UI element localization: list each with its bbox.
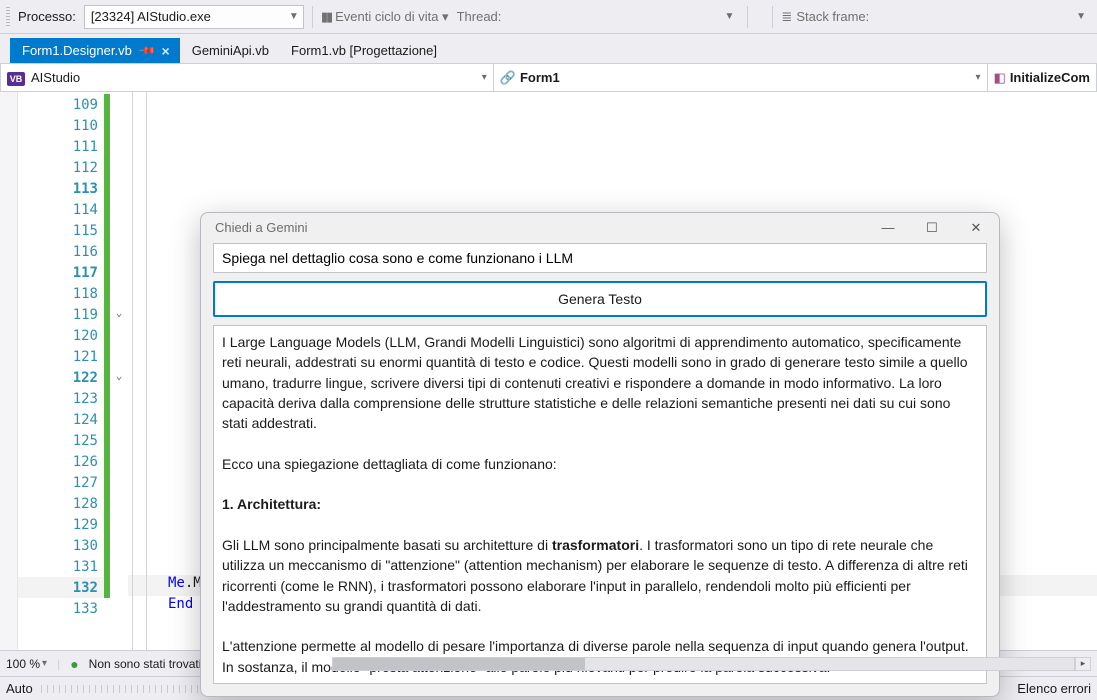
pin-icon[interactable]: 📌 bbox=[137, 41, 156, 60]
vb-icon: VB bbox=[7, 72, 25, 86]
debug-toolbar: Processo: [23324] AIStudio.exe ▼ ▮▮ Even… bbox=[0, 0, 1097, 34]
minimize-button[interactable]: ― bbox=[875, 220, 901, 236]
chevron-down-icon: ▼ bbox=[1076, 11, 1086, 22]
class-icon: 🔗 bbox=[500, 70, 516, 85]
stack-frame-label: ≣ Stack frame: bbox=[781, 9, 869, 25]
tab-form1-designer[interactable]: Form1.Designer.vb 📌 × bbox=[10, 38, 180, 63]
maximize-button[interactable]: ☐ bbox=[919, 220, 945, 236]
dialog-titlebar[interactable]: Chiedi a Gemini ― ☐ ✕ bbox=[201, 213, 999, 243]
zoom-combo[interactable]: 100 % ▾ bbox=[6, 657, 47, 671]
horizontal-scrollbar[interactable]: ◂ ▸ bbox=[316, 657, 1091, 671]
thread-label: Thread: bbox=[457, 9, 502, 24]
fold-toggle[interactable]: ⌄ bbox=[110, 365, 128, 386]
chevron-down-icon: ▾ bbox=[482, 72, 487, 83]
chevron-down-icon: ▼ bbox=[289, 11, 299, 22]
tab-error-list[interactable]: Elenco errori bbox=[1017, 681, 1091, 696]
left-margin bbox=[0, 92, 18, 650]
separator bbox=[747, 6, 748, 28]
process-label: Processo: bbox=[18, 9, 76, 24]
dialog-title: Chiedi a Gemini bbox=[215, 220, 308, 235]
scroll-right-icon[interactable]: ▸ bbox=[1075, 657, 1091, 671]
member-combo[interactable]: ◧InitializeCom bbox=[988, 64, 1097, 91]
close-icon[interactable]: × bbox=[162, 44, 170, 58]
thread-combo[interactable]: ▼ bbox=[509, 5, 739, 29]
document-tab-strip: Form1.Designer.vb 📌 × GeminiApi.vb Form1… bbox=[0, 34, 1097, 64]
toolbar-grip[interactable] bbox=[6, 7, 10, 27]
process-combo[interactable]: [23324] AIStudio.exe ▼ bbox=[84, 5, 304, 29]
check-icon: ● bbox=[70, 656, 78, 672]
fold-toggle[interactable]: ⌄ bbox=[110, 302, 128, 323]
method-icon: ◧ bbox=[994, 70, 1006, 85]
process-value: [23324] AIStudio.exe bbox=[91, 9, 211, 24]
pause-icon: ▮▮ bbox=[321, 9, 331, 25]
gemini-dialog: Chiedi a Gemini ― ☐ ✕ Genera Testo I Lar… bbox=[200, 212, 1000, 697]
line-number-gutter: 109 110 111 112 113 114 115 116 117 118 … bbox=[18, 92, 110, 650]
separator bbox=[772, 6, 773, 28]
fold-gutter: ⌄ ⌄ bbox=[110, 92, 128, 650]
separator bbox=[312, 6, 313, 28]
output-textarea[interactable]: I Large Language Models (LLM, Grandi Mod… bbox=[213, 325, 987, 684]
generate-button[interactable]: Genera Testo bbox=[213, 281, 987, 317]
tab-auto[interactable]: Auto bbox=[6, 681, 33, 696]
stack-icon: ≣ bbox=[781, 9, 792, 25]
stackframe-combo[interactable]: ▼ bbox=[877, 5, 1091, 29]
class-combo[interactable]: 🔗Form1 ▾ bbox=[494, 64, 988, 91]
prompt-input[interactable] bbox=[213, 243, 987, 273]
project-combo[interactable]: VBAIStudio ▾ bbox=[0, 64, 494, 91]
close-button[interactable]: ✕ bbox=[963, 220, 989, 236]
chevron-down-icon: ▼ bbox=[725, 11, 735, 22]
tab-form1-design[interactable]: Form1.vb [Progettazione] bbox=[279, 38, 447, 63]
tab-geminiapi[interactable]: GeminiApi.vb bbox=[180, 38, 279, 63]
navigation-bar: VBAIStudio ▾ 🔗Form1 ▾ ◧InitializeCom bbox=[0, 64, 1097, 92]
chevron-down-icon: ▾ bbox=[975, 72, 980, 83]
chevron-down-icon: ▾ bbox=[42, 658, 47, 669]
lifecycle-events-menu[interactable]: ▮▮ Eventi ciclo di vita ▾ bbox=[321, 9, 449, 25]
code-editor[interactable]: 109 110 111 112 113 114 115 116 117 118 … bbox=[0, 92, 1097, 650]
